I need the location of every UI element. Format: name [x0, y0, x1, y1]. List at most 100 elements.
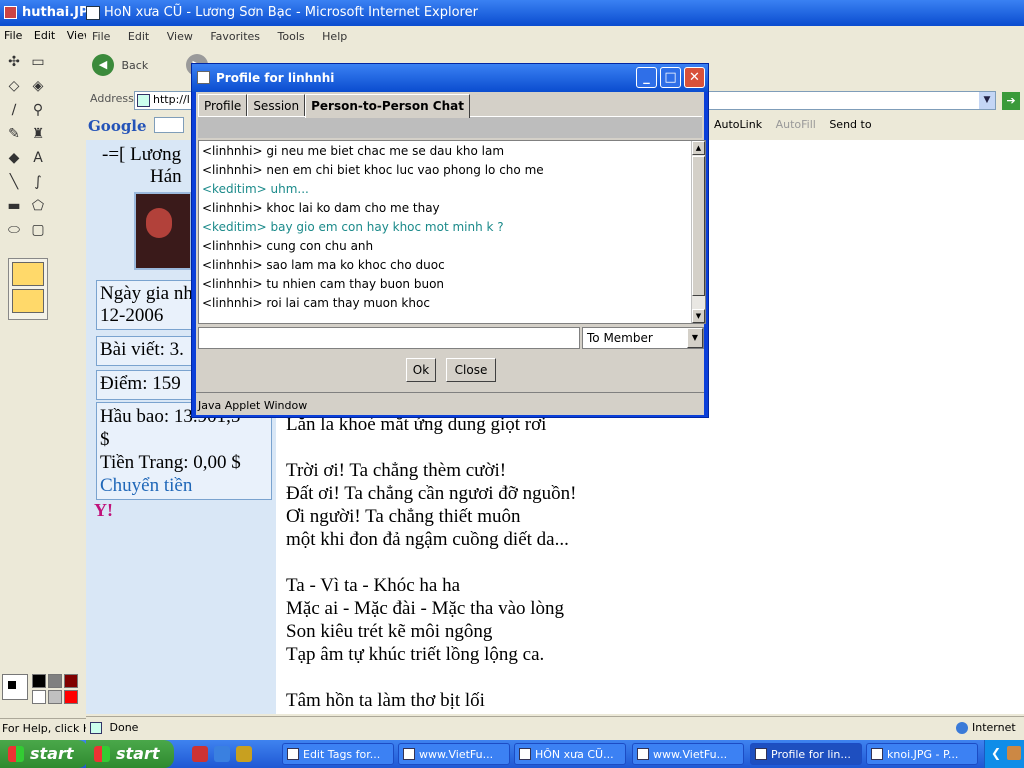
- free-select-icon[interactable]: ✣: [2, 50, 26, 74]
- dialog-tabs: Profile Session Person-to-Person Chat: [196, 92, 704, 118]
- task-edit-tags[interactable]: Edit Tags for...: [282, 743, 394, 765]
- chat-line: <linhnhi> sao lam ma ko khoc cho duoc: [202, 258, 445, 272]
- poem-line: [286, 551, 576, 574]
- polygon-icon[interactable]: ⬠: [26, 194, 50, 218]
- task-icon: [637, 748, 649, 760]
- address-dropdown-icon[interactable]: ▼: [979, 92, 995, 109]
- rectangle-icon[interactable]: ▬: [2, 194, 26, 218]
- airbrush-icon[interactable]: ◆: [2, 146, 26, 170]
- rounded-rect-icon[interactable]: ▢: [26, 218, 50, 242]
- chat-line: <linhnhi> cung con chu anh: [202, 239, 374, 253]
- send-to-button[interactable]: Send to: [829, 118, 871, 131]
- curve-icon[interactable]: ∫: [26, 170, 50, 194]
- task-label: www.VietFu...: [419, 748, 494, 761]
- option-opaque-icon[interactable]: [12, 262, 44, 286]
- paint-title: huthai.JPG: [22, 5, 86, 20]
- task-vietfu-2[interactable]: www.VietFu...: [632, 743, 744, 765]
- paint-menu-view[interactable]: View: [67, 29, 86, 42]
- ie-menu-bar: File Edit View Favorites Tools Help: [86, 26, 1024, 48]
- ie-title-bar[interactable]: HoN xưa CŨ - Lương Sơn Bạc - Microsoft I…: [86, 0, 1024, 26]
- scroll-up-icon[interactable]: ▲: [692, 141, 705, 155]
- page-done-icon: [90, 722, 102, 734]
- task-profile[interactable]: Profile for lin...: [750, 743, 862, 765]
- tab-session[interactable]: Session: [247, 94, 306, 116]
- brush-icon[interactable]: ♜: [26, 122, 50, 146]
- poem-line: Tâm hồn ta làm thơ bịt lối: [286, 690, 485, 711]
- poem-line: Mặc ai - Mặc đài - Mặc tha vào lòng: [286, 598, 565, 619]
- quicklaunch-icon-3[interactable]: [236, 746, 252, 762]
- scroll-down-icon[interactable]: ▼: [692, 309, 705, 323]
- swatch-red[interactable]: [64, 690, 78, 704]
- autofill-button[interactable]: AutoFill: [776, 118, 816, 131]
- maximize-icon[interactable]: □: [660, 67, 681, 88]
- ie-menu-tools[interactable]: Tools: [278, 30, 305, 43]
- task-hon-xua[interactable]: HÔN xưa CŨ...: [514, 743, 626, 765]
- chat-line: <keditim> bay gio em con hay khoc mot mi…: [202, 220, 504, 234]
- line-icon[interactable]: ╲: [2, 170, 26, 194]
- fill-icon[interactable]: ◈: [26, 74, 50, 98]
- recipient-select[interactable]: To Member ▼: [582, 327, 704, 349]
- swatch-silver[interactable]: [48, 690, 62, 704]
- tool-options[interactable]: [8, 258, 48, 320]
- zone-label: Internet: [972, 721, 1016, 734]
- back-arrow-icon[interactable]: ◀: [92, 54, 114, 76]
- magnifier-icon[interactable]: ⚲: [26, 98, 50, 122]
- paint-menu-edit[interactable]: Edit: [34, 29, 55, 42]
- yahoo-icon[interactable]: Y!: [94, 500, 113, 521]
- ie-page-icon: [86, 6, 100, 20]
- text-icon[interactable]: A: [26, 146, 50, 170]
- eraser-icon[interactable]: ◇: [2, 74, 26, 98]
- poem-line: Tạp âm tự khúc triết lồng lộng ca.: [286, 644, 545, 665]
- start-button[interactable]: start: [0, 740, 88, 768]
- ie-menu-view[interactable]: View: [167, 30, 193, 43]
- swatch-maroon[interactable]: [64, 674, 78, 688]
- java-cup-icon: [197, 71, 210, 84]
- rect-select-icon[interactable]: ▭: [26, 50, 50, 74]
- task-icon: [403, 748, 415, 760]
- ie-quicklaunch-icon[interactable]: [214, 746, 230, 762]
- swatch-white[interactable]: [32, 690, 46, 704]
- current-colors[interactable]: [2, 674, 28, 700]
- ie-menu-file[interactable]: File: [92, 30, 110, 43]
- close-icon[interactable]: ✕: [684, 67, 705, 88]
- ie-menu-help[interactable]: Help: [322, 30, 347, 43]
- task-knoi-jpg[interactable]: knoi.JPG - P...: [866, 743, 978, 765]
- tab-profile[interactable]: Profile: [198, 94, 248, 116]
- poem-line: Trời ơi! Ta chẳng thèm cười!: [286, 460, 507, 481]
- option-transparent-icon[interactable]: [12, 289, 44, 313]
- quicklaunch-icon-1[interactable]: [192, 746, 208, 762]
- user-rank-line2: Hán: [150, 166, 182, 187]
- pencil-icon[interactable]: ✎: [2, 122, 26, 146]
- back-button-label[interactable]: Back: [122, 59, 149, 72]
- windows-logo-icon: [94, 746, 110, 762]
- ie-menu-edit[interactable]: Edit: [128, 30, 149, 43]
- swatch-black[interactable]: [32, 674, 46, 688]
- tray-app-icon[interactable]: [1007, 746, 1021, 760]
- close-button[interactable]: Close: [446, 358, 496, 382]
- paint-title-bar[interactable]: huthai.JPG: [0, 0, 86, 26]
- task-icon: [287, 748, 299, 760]
- task-vietfu-1[interactable]: www.VietFu...: [398, 743, 510, 765]
- tab-person-to-person-chat[interactable]: Person-to-Person Chat: [305, 94, 470, 118]
- chat-message-input[interactable]: [198, 327, 580, 349]
- ie-menu-favorites[interactable]: Favorites: [210, 30, 260, 43]
- dialog-title: Profile for linhnhi: [216, 71, 335, 85]
- google-search-input[interactable]: [154, 117, 185, 133]
- paint-menu-file[interactable]: File: [4, 29, 22, 42]
- ellipse-icon[interactable]: ⬭: [2, 218, 26, 242]
- chat-scrollbar[interactable]: ▲ ▼: [691, 141, 705, 323]
- chevron-down-icon[interactable]: ▼: [687, 328, 703, 348]
- color-picker-icon[interactable]: ∕: [2, 98, 26, 122]
- go-arrow-icon[interactable]: ➔: [1002, 92, 1020, 110]
- tray-expand-icon[interactable]: ❮: [991, 746, 1001, 760]
- autolink-button[interactable]: AutoLink: [714, 118, 762, 131]
- transfer-link[interactable]: Chuyển tiền: [100, 474, 268, 497]
- scroll-thumb[interactable]: [692, 156, 705, 296]
- start-button-2[interactable]: start: [86, 740, 174, 768]
- chat-log[interactable]: <linhnhi> gi neu me biet chac me se dau …: [198, 140, 706, 324]
- minimize-icon[interactable]: _: [636, 67, 657, 88]
- ok-button[interactable]: Ok: [406, 358, 436, 382]
- wallet-currency: $: [100, 429, 110, 450]
- swatch-gray[interactable]: [48, 674, 62, 688]
- dialog-title-bar[interactable]: Profile for linhnhi _ □ ✕: [192, 64, 708, 92]
